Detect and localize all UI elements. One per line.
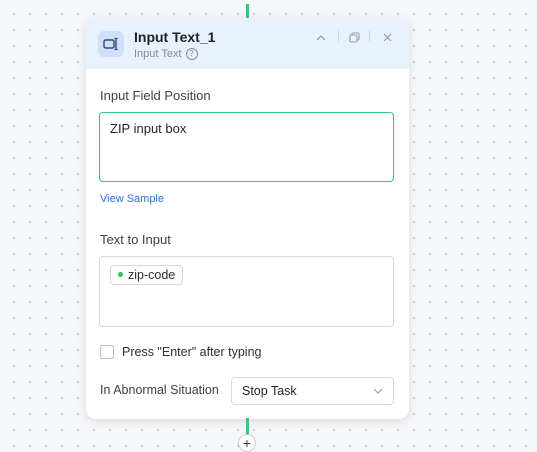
press-enter-checkbox[interactable] (100, 345, 114, 359)
input-text-node-icon (98, 31, 124, 57)
press-enter-option: Press "Enter" after typing (100, 345, 262, 359)
plus-icon: + (242, 435, 252, 451)
connector-bottom (246, 418, 249, 434)
node-header: Input Text_1 Input Text ? (86, 18, 409, 69)
header-divider (369, 30, 370, 42)
variable-chip-label: zip-code (128, 267, 176, 282)
input-position-field[interactable]: ZIP input box (99, 112, 394, 182)
close-button[interactable] (378, 28, 396, 46)
abnormal-situation-select[interactable]: Stop Task (231, 377, 394, 405)
collapse-button[interactable] (312, 28, 330, 46)
add-node-button[interactable]: + (238, 434, 256, 452)
node-subtitle: Input Text (134, 48, 182, 60)
text-to-input-label: Text to Input (100, 232, 171, 247)
variable-dot-icon (118, 272, 123, 277)
input-text-node-card[interactable]: Input Text_1 Input Text ? Input Field Po… (86, 18, 409, 419)
chevron-up-icon (316, 34, 326, 40)
connector-top (245, 0, 250, 18)
duplicate-button[interactable] (345, 28, 363, 46)
node-subtitle-row: Input Text ? (134, 48, 198, 60)
node-title: Input Text_1 (134, 29, 216, 45)
close-icon (383, 33, 391, 41)
chevron-down-icon (373, 388, 383, 394)
copy-icon (348, 31, 360, 43)
press-enter-label: Press "Enter" after typing (122, 345, 262, 359)
abnormal-situation-value: Stop Task (242, 384, 297, 398)
input-position-label: Input Field Position (100, 88, 211, 103)
help-icon[interactable]: ? (185, 48, 198, 60)
variable-chip[interactable]: zip-code (110, 264, 184, 285)
text-to-input-field[interactable]: zip-code (99, 256, 394, 327)
view-sample-link[interactable]: View Sample (100, 193, 164, 205)
header-divider (338, 30, 339, 42)
abnormal-situation-label: In Abnormal Situation (100, 383, 219, 397)
